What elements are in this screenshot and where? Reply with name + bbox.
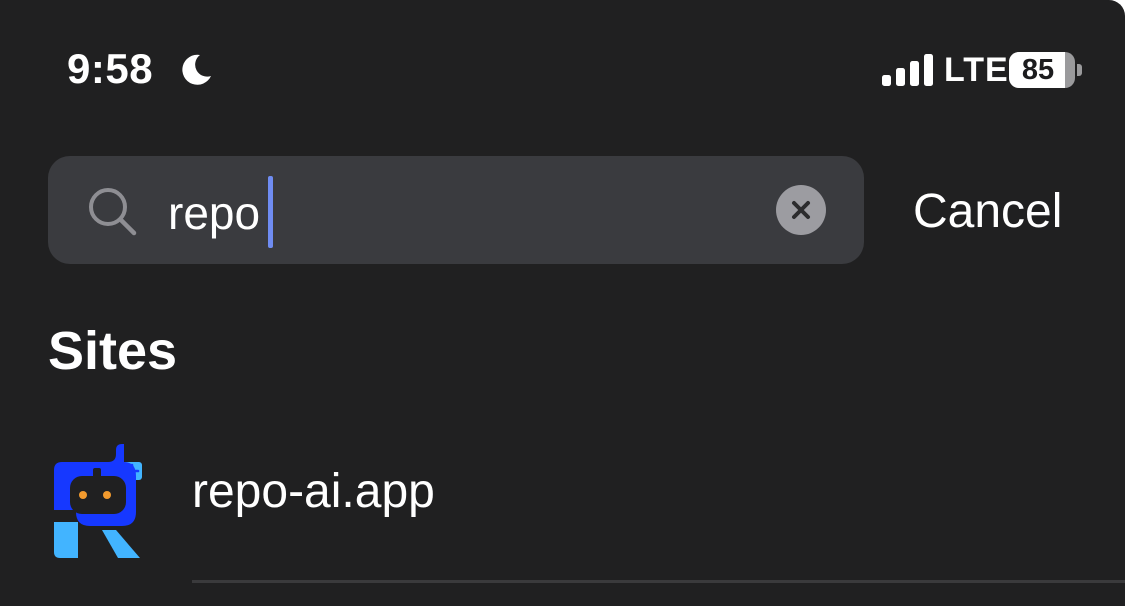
cellular-signal-icon <box>882 54 933 86</box>
repo-ai-logo <box>54 444 142 558</box>
magnifying-glass-icon <box>89 188 137 236</box>
battery-tip <box>1077 64 1082 76</box>
battery-indicator: 85 <box>1009 52 1075 88</box>
sites-section-title: Sites <box>48 321 178 381</box>
search-input[interactable]: repo <box>168 186 260 240</box>
site-result-item[interactable]: repo-ai.app <box>0 420 1125 580</box>
clear-x-icon <box>792 201 810 219</box>
clear-search-button[interactable] <box>776 185 826 235</box>
network-type: LTE <box>944 51 1009 89</box>
site-result-label: repo-ai.app <box>192 465 435 518</box>
text-caret <box>268 176 273 248</box>
moon-icon <box>182 54 211 85</box>
safari-search-screen: 9:58 LTE 85 repo Cancel Sites repo-ai.ap… <box>0 0 1125 606</box>
battery-level: 85 <box>1021 54 1055 86</box>
status-time: 9:58 <box>67 45 154 92</box>
list-divider <box>192 580 1125 583</box>
cancel-button[interactable]: Cancel <box>913 184 1062 240</box>
